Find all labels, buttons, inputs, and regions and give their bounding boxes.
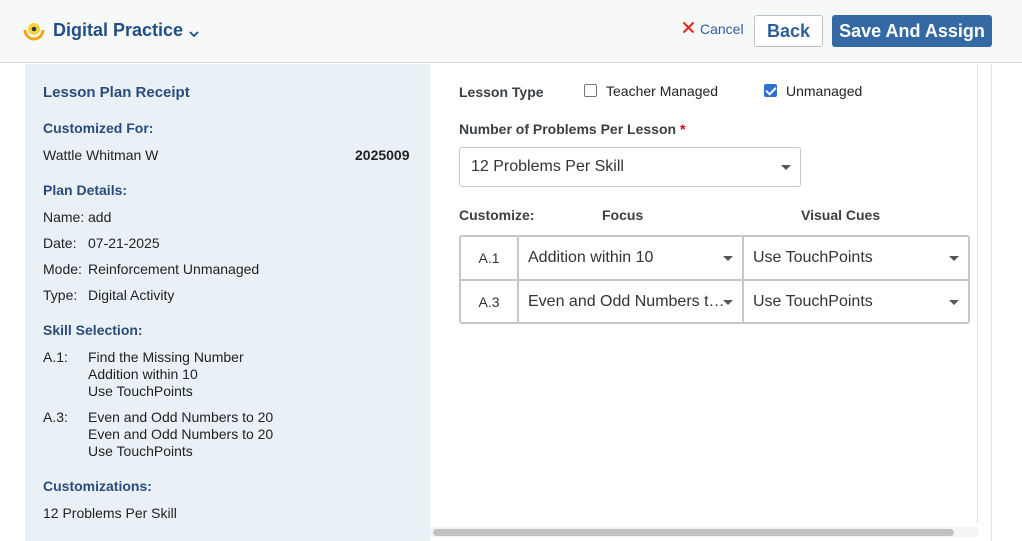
caret-down-icon <box>781 165 791 170</box>
digital-practice-logo-icon <box>22 18 46 42</box>
required-marker: * <box>679 121 686 137</box>
focus-select[interactable]: Addition within 10 <box>519 237 742 279</box>
table-row-code: A.1 <box>478 250 500 266</box>
problems-per-lesson-label: Number of Problems Per Lesson * <box>459 121 685 137</box>
skill-detail-line: Addition within 10 <box>88 366 198 382</box>
teacher-managed-label: Teacher Managed <box>606 83 719 99</box>
skill-details: Even and Odd Numbers to 20 Even and Odd … <box>88 409 273 460</box>
cancel-label: Cancel <box>700 21 744 37</box>
focus-value: Addition within 10 <box>528 249 654 266</box>
caret-down-icon <box>949 256 959 261</box>
caret-down-icon <box>723 256 733 261</box>
app-switcher[interactable]: Digital Practice <box>22 18 199 42</box>
plan-mode-value: Reinforcement Unmanaged <box>88 261 260 277</box>
skill-detail-line: Even and Odd Numbers to 20 <box>88 426 274 442</box>
visual-cues-column-header: Visual Cues <box>801 207 881 223</box>
plan-name-value: add <box>88 209 112 225</box>
receipt-title: Lesson Plan Receipt <box>43 84 190 101</box>
back-button[interactable]: Back <box>754 15 823 47</box>
caret-down-icon <box>949 299 959 305</box>
lesson-plan-receipt-panel: Lesson Plan Receipt Customized For: Watt… <box>25 64 430 541</box>
page-margin <box>0 64 25 541</box>
skill-detail-line: Even and Odd Numbers to 20 <box>88 409 274 425</box>
problems-per-lesson-select[interactable]: 12 Problems Per Skill <box>459 147 801 187</box>
customizations-heading: Customizations: <box>43 478 152 494</box>
student-name: Wattle Whitman W <box>43 147 159 163</box>
caret-down-icon <box>723 299 733 305</box>
teacher-managed-checkbox[interactable] <box>584 84 597 97</box>
customizations-value: 12 Problems Per Skill <box>43 505 177 521</box>
plan-details-heading: Plan Details: <box>43 182 128 198</box>
chevron-down-icon <box>189 26 199 38</box>
plan-mode-label: Mode: <box>43 261 82 277</box>
skill-detail-line: Use TouchPoints <box>88 383 193 399</box>
skill-detail-line: Find the Missing Number <box>88 349 244 365</box>
customized-for-heading: Customized For: <box>43 120 154 136</box>
visual-cues-value: Use TouchPoints <box>753 249 873 266</box>
unmanaged-label: Unmanaged <box>786 83 863 99</box>
problems-per-lesson-value: 12 Problems Per Skill <box>471 158 624 175</box>
skill-detail-line: Use TouchPoints <box>88 443 193 459</box>
save-and-assign-button[interactable]: Save And Assign <box>832 15 992 47</box>
focus-column-header: Focus <box>602 207 644 223</box>
skill-selection-heading: Skill Selection: <box>43 322 143 338</box>
plan-type-value: Digital Activity <box>88 287 175 303</box>
skill-details: Find the Missing Number Addition within … <box>88 349 244 400</box>
visual-cues-value: Use TouchPoints <box>753 292 873 310</box>
problems-per-lesson-text: Number of Problems Per Lesson <box>459 121 677 137</box>
close-x-icon <box>682 21 700 37</box>
visual-cues-select[interactable]: Use TouchPoints <box>744 237 968 279</box>
unmanaged-checkbox[interactable] <box>764 84 777 97</box>
top-bar: Digital Practice Cancel Back Save And As… <box>0 0 1022 63</box>
customize-table: A.1 Addition within 10 Use TouchPoints A… <box>459 235 970 324</box>
customize-column-header: Customize: <box>459 207 535 223</box>
lesson-type-label: Lesson Type <box>459 84 544 100</box>
plan-name-label: Name: <box>43 209 85 225</box>
skill-code: A.3: <box>43 409 68 425</box>
student-id: 2025009 <box>355 147 410 163</box>
app-title: Digital Practice <box>53 19 184 40</box>
skill-code: A.1: <box>43 349 68 365</box>
focus-select[interactable]: Even and Odd Numbers t… <box>519 281 742 322</box>
focus-value: Even and Odd Numbers t… <box>528 292 725 310</box>
panel-gutter <box>978 64 992 541</box>
plan-date-value: 07-21-2025 <box>88 235 160 251</box>
plan-type-label: Type: <box>43 287 78 303</box>
cancel-button[interactable]: Cancel <box>682 21 744 37</box>
plan-date-label: Date: <box>43 235 77 251</box>
visual-cues-select[interactable]: Use TouchPoints <box>744 281 968 322</box>
table-row-code: A.3 <box>478 293 500 310</box>
horizontal-scrollbar-thumb[interactable] <box>433 529 954 536</box>
